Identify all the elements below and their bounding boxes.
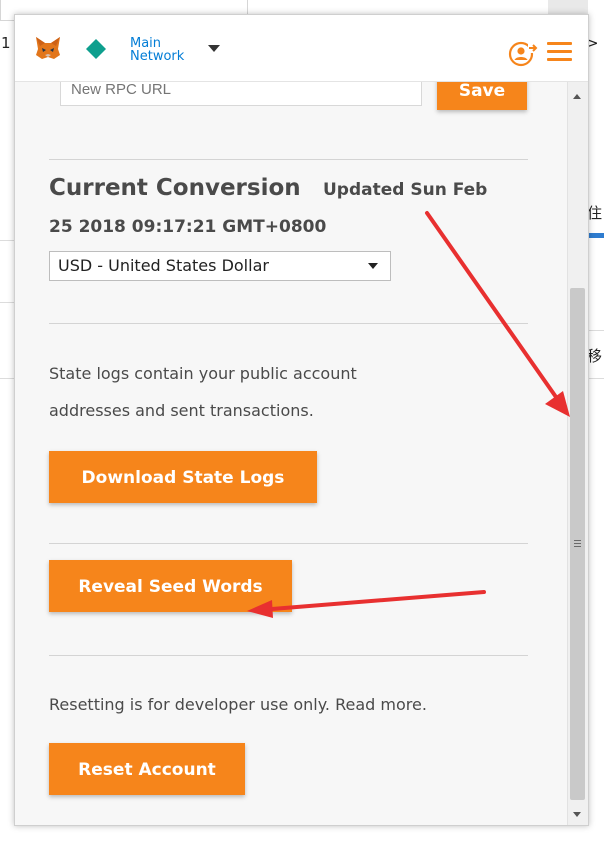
background-divider <box>0 240 14 241</box>
state-logs-text-line: addresses and sent transactions. <box>49 401 314 420</box>
section-divider <box>49 655 528 656</box>
scroll-grip-icon <box>574 540 581 549</box>
browser-page: 1 > 住 移 Main Network New RPC URL Save Cu… <box>0 0 604 853</box>
reset-account-button[interactable]: Reset Account <box>49 743 245 795</box>
scrollbar[interactable] <box>567 82 588 825</box>
reset-description: Resetting is for developer use only. Rea… <box>49 695 427 714</box>
background-divider <box>587 378 604 379</box>
conversion-updated-text: Updated Sun Feb <box>323 180 488 200</box>
new-rpc-url-input[interactable] <box>60 82 422 106</box>
metamask-fox-icon[interactable] <box>34 35 62 61</box>
account-switch-icon[interactable] <box>508 41 538 67</box>
reveal-seed-words-button[interactable]: Reveal Seed Words <box>49 560 292 612</box>
section-divider <box>49 323 528 324</box>
current-conversion-title: Current Conversion <box>49 175 301 201</box>
chevron-down-icon[interactable] <box>208 45 220 52</box>
scroll-down-arrow-icon[interactable] <box>573 812 581 817</box>
background-text: 移 <box>587 347 603 365</box>
metamask-popup: Main Network Save Current Conversion Upd… <box>14 14 589 826</box>
network-name-line2: Network <box>130 49 185 64</box>
background-text: 1 <box>1 34 11 52</box>
state-logs-text-line: State logs contain your public account <box>49 364 357 383</box>
hamburger-menu-icon[interactable] <box>547 42 572 66</box>
settings-content: Save Current Conversion Updated Sun Feb … <box>15 82 567 825</box>
download-state-logs-button[interactable]: Download State Logs <box>49 451 317 503</box>
currency-selected-value: USD - United States Dollar <box>58 256 269 275</box>
chevron-down-icon <box>368 263 378 269</box>
section-divider <box>49 159 528 160</box>
background-divider <box>0 302 14 303</box>
conversion-updated-text: 25 2018 09:17:21 GMT+0800 <box>49 217 327 237</box>
background-text: 住 <box>587 204 603 222</box>
currency-select[interactable]: USD - United States Dollar <box>49 251 391 281</box>
scroll-up-arrow-icon[interactable] <box>573 94 581 99</box>
background-divider <box>587 330 604 331</box>
network-diamond-icon[interactable] <box>86 39 106 59</box>
save-rpc-button[interactable]: Save <box>437 82 527 110</box>
section-divider <box>49 543 528 544</box>
network-selector[interactable]: Main Network <box>130 37 184 63</box>
background-divider <box>0 378 14 379</box>
scrollbar-thumb[interactable] <box>570 288 585 800</box>
state-logs-description: State logs contain your public account a… <box>49 355 357 429</box>
popup-header: Main Network <box>15 15 588 82</box>
